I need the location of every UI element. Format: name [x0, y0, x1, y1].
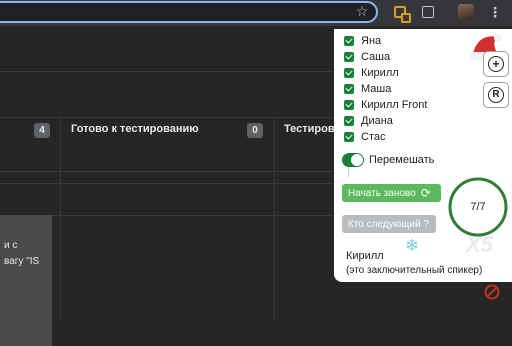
- next-speaker-button[interactable]: Кто следующий ?: [342, 215, 436, 233]
- profile-avatar[interactable]: [458, 4, 474, 20]
- column-count: 4: [34, 123, 50, 138]
- checkbox-icon[interactable]: [344, 36, 354, 46]
- restart-button[interactable]: Начать заново ⟳: [342, 184, 441, 202]
- checkbox-icon[interactable]: [344, 84, 354, 94]
- menu-icon[interactable]: ⋮: [486, 3, 504, 21]
- card-text: вагу "IS: [4, 256, 40, 267]
- next-label: Кто следующий ?: [348, 218, 429, 230]
- checkbox-icon[interactable]: [344, 132, 354, 142]
- member-checkbox[interactable]: Саша: [344, 50, 390, 64]
- member-checkbox[interactable]: Маша: [344, 82, 391, 96]
- shuffle-label: Перемешать: [369, 154, 435, 166]
- add-button[interactable]: +: [483, 51, 509, 77]
- checkbox-icon[interactable]: [344, 52, 354, 62]
- plus-icon: +: [488, 56, 504, 72]
- member-checkbox[interactable]: Яна: [344, 34, 381, 48]
- decoration-line: [348, 167, 349, 177]
- refresh-icon: ⟳: [420, 186, 431, 200]
- x5-watermark: X5: [466, 232, 493, 257]
- checkbox-icon[interactable]: [344, 68, 354, 78]
- puzzle-icon[interactable]: [419, 3, 437, 21]
- checkbox-icon[interactable]: [344, 116, 354, 126]
- current-speaker-note: (это заключительный спикер): [346, 265, 483, 276]
- card-text: и с: [4, 240, 18, 251]
- member-name: Маша: [361, 83, 392, 95]
- column-title: Тестирова: [284, 123, 341, 135]
- member-checkbox[interactable]: Кирилл Front: [344, 98, 427, 112]
- member-name: Яна: [361, 35, 382, 47]
- registered-icon: R: [488, 87, 504, 103]
- member-name: Кирилл Front: [361, 99, 428, 111]
- address-bar[interactable]: [0, 1, 378, 23]
- extension-popup: Яна Саша Кирилл Маша Кирилл Front Диана …: [334, 29, 512, 282]
- member-checkbox[interactable]: Стас: [344, 130, 385, 144]
- member-name: Саша: [361, 51, 391, 63]
- task-card[interactable]: и с вагу "IS: [0, 215, 52, 346]
- column-count: 0: [247, 123, 263, 138]
- extension-icon[interactable]: [391, 3, 411, 23]
- snowflake-icon: ❄: [405, 236, 420, 255]
- star-icon[interactable]: ☆: [353, 2, 371, 20]
- member-checkbox[interactable]: Кирилл: [344, 66, 399, 80]
- member-name: Стас: [361, 131, 386, 143]
- r-button[interactable]: R: [483, 82, 509, 108]
- column-divider: [274, 117, 275, 320]
- checkbox-icon[interactable]: [344, 100, 354, 110]
- member-name: Диана: [361, 115, 393, 127]
- column-divider: [60, 117, 61, 320]
- member-checkbox[interactable]: Диана: [344, 114, 393, 128]
- ban-icon[interactable]: [484, 284, 500, 300]
- column-title: Готово к тестированию: [71, 123, 199, 135]
- current-speaker: Кирилл: [346, 250, 384, 262]
- restart-label: Начать заново: [348, 187, 416, 199]
- shuffle-toggle[interactable]: [342, 153, 364, 167]
- browser-toolbar: ☆ ⋮: [0, 0, 512, 26]
- progress-counter: 7/7: [470, 201, 486, 213]
- member-name: Кирилл: [361, 67, 399, 79]
